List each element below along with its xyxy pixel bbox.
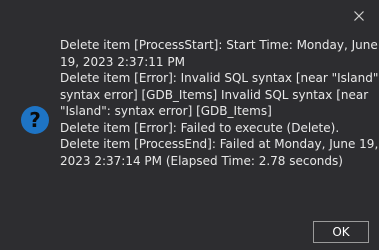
close-icon <box>354 11 364 21</box>
ok-button[interactable]: OK <box>313 221 369 243</box>
svg-text:?: ? <box>29 108 41 132</box>
message-line: Delete item [Error]: Failed to execute (… <box>60 120 340 135</box>
message-line: 19, 2023 2:37:11 PM <box>60 54 185 69</box>
message-line: 2023 2:37:14 PM (Elapsed Time: 2.78 seco… <box>60 153 343 168</box>
close-button[interactable] <box>346 3 372 29</box>
message-line: Delete item [Error]: Invalid SQL syntax … <box>60 71 379 85</box>
dialog-message: Delete item [ProcessStart]: Start Time: … <box>60 37 379 169</box>
message-line: "Island": syntax error] [GDB_Items] <box>60 104 272 118</box>
message-dialog: ? Delete item [ProcessStart]: Start Time… <box>0 0 379 250</box>
question-icon: ? <box>21 106 49 134</box>
message-line: syntax error] [GDB_Items] Invalid SQL sy… <box>60 87 369 102</box>
message-line: Delete item [ProcessEnd]: Failed at Mond… <box>60 137 379 151</box>
message-line: Delete item [ProcessStart]: Start Time: … <box>60 38 378 52</box>
